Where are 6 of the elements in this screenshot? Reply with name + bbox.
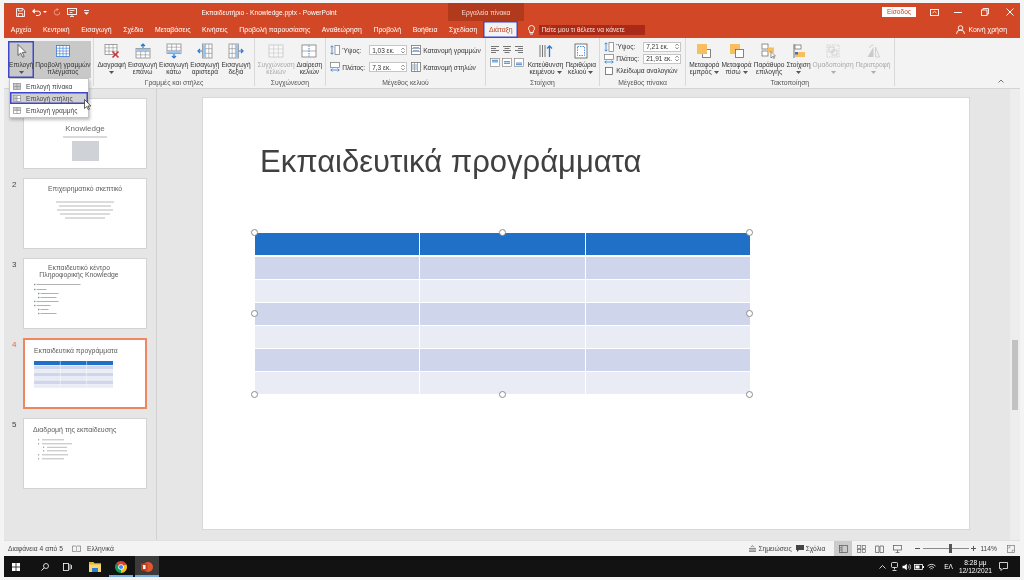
slide-number: 4 — [12, 340, 17, 349]
thumbnail-title: Knowledge — [65, 124, 105, 133]
slide-title: Εκπαιδευτικά προγράμματα — [260, 144, 642, 179]
slide-number: 5 — [12, 420, 17, 429]
slide-number: 3 — [12, 260, 17, 269]
slide-number: 2 — [12, 180, 17, 189]
